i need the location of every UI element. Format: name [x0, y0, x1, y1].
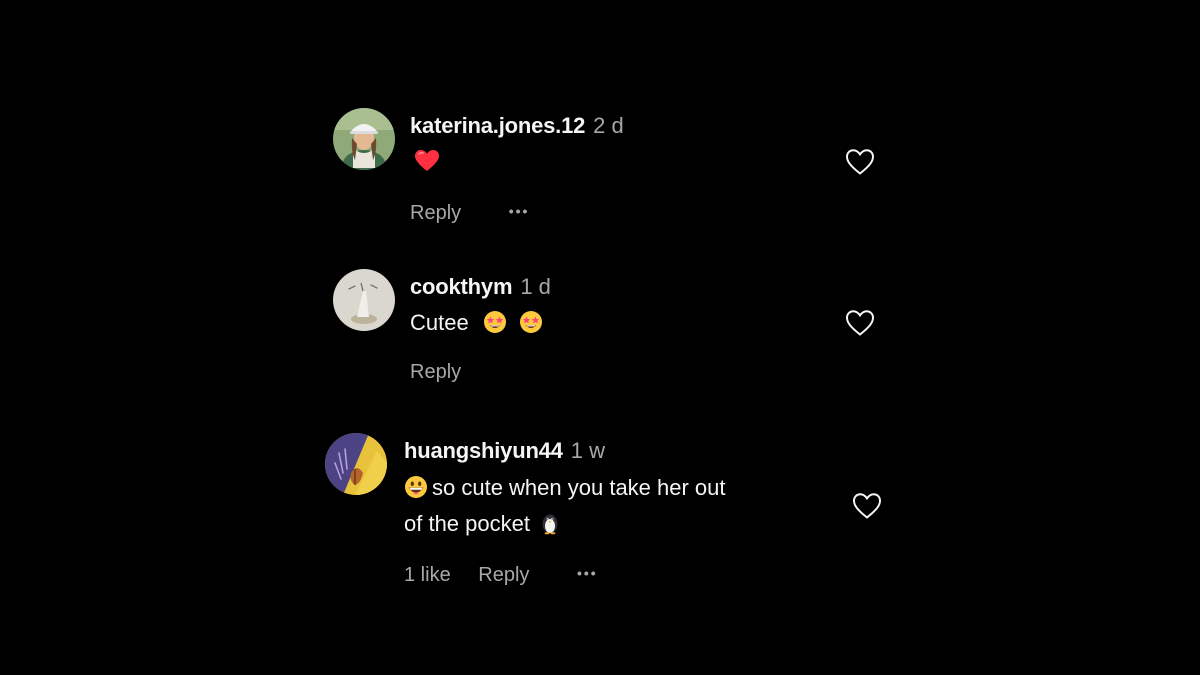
heart-outline-icon[interactable] [845, 148, 875, 176]
comment-actions: Reply [410, 359, 461, 385]
red-heart-icon [414, 149, 440, 173]
heart-outline-icon[interactable] [845, 309, 875, 337]
more-options-button[interactable]: ••• [509, 198, 530, 224]
reply-button[interactable]: Reply [410, 359, 461, 385]
avatar[interactable] [325, 433, 387, 495]
username[interactable]: huangshiyun44 [404, 438, 563, 463]
reply-button[interactable]: Reply [478, 562, 529, 588]
comment-text-line-1: so cute when you take her out [432, 475, 726, 500]
comment-text-content: Cutee [410, 310, 469, 335]
timestamp: 2 d [593, 113, 624, 138]
comments-panel: katerina.jones.12 2 d Reply ••• cookthym… [0, 0, 1200, 675]
comment-text: Cutee [410, 305, 543, 341]
comment-text-line-2: of the pocket [404, 511, 530, 536]
likes-count[interactable]: 1 like [404, 562, 451, 588]
star-struck-icon [483, 310, 507, 334]
star-struck-icon [519, 310, 543, 334]
comment-text: so cute when you take her out of the poc… [404, 470, 726, 542]
comment-actions: Reply ••• [410, 198, 529, 226]
avatar[interactable] [333, 269, 395, 331]
grinning-face-icon [404, 475, 428, 499]
timestamp: 1 w [570, 438, 606, 463]
comment-text [414, 144, 440, 180]
heart-outline-icon[interactable] [852, 492, 882, 520]
penguin-icon [538, 511, 562, 535]
comment-actions: 1 like Reply ••• [404, 560, 598, 588]
avatar[interactable] [333, 108, 395, 170]
timestamp: 1 d [520, 274, 551, 299]
comment-header: cookthym 1 d [410, 273, 551, 301]
username[interactable]: katerina.jones.12 [410, 113, 585, 138]
comment-header: katerina.jones.12 2 d [410, 112, 624, 140]
more-options-button[interactable]: ••• [577, 560, 598, 586]
comment-header: huangshiyun44 1 w [404, 437, 605, 465]
username[interactable]: cookthym [410, 274, 513, 299]
reply-button[interactable]: Reply [410, 200, 461, 226]
